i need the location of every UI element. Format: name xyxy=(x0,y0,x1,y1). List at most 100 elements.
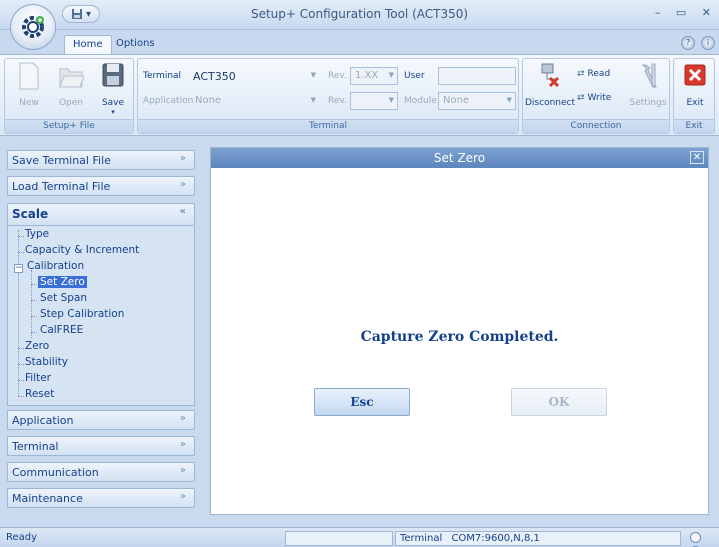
nav-scale-label: Scale xyxy=(12,207,49,221)
tree-connector xyxy=(31,316,37,317)
tree-item-calibration[interactable]: Calibration xyxy=(27,260,84,272)
tree-connector xyxy=(31,270,32,338)
esc-button[interactable]: Esc xyxy=(314,388,410,416)
tree-connector xyxy=(31,284,37,285)
exit-button-label: Exit xyxy=(686,98,704,108)
disconnect-button[interactable]: Disconnect xyxy=(525,61,575,108)
nav-terminal-label: Terminal xyxy=(12,440,59,453)
tree-item-set-span[interactable]: Set Span xyxy=(40,292,87,304)
new-file-icon xyxy=(19,62,39,90)
write-button[interactable]: ⇄ Write xyxy=(577,93,611,103)
tree-item-set-zero[interactable]: Set Zero xyxy=(38,276,87,288)
tab-home[interactable]: Home xyxy=(64,35,112,54)
status-connection: Terminal COM7:9600,N,8,1 xyxy=(395,531,681,546)
terminal-field-label: Terminal xyxy=(143,71,182,81)
tree-connector xyxy=(31,332,37,333)
info-icon[interactable]: i xyxy=(701,36,715,50)
nav-maintenance-label: Maintenance xyxy=(12,492,83,505)
tree-connector xyxy=(18,348,24,349)
nav-save-terminal-file[interactable]: Save Terminal File » xyxy=(7,150,195,170)
status-port: COM7:9600,N,8,1 xyxy=(451,533,540,544)
tree-item-filter[interactable]: Filter xyxy=(25,372,51,384)
terminal-group: Terminal ACT350 ▼ Rev. 1.XX ▼ User Appli… xyxy=(137,58,519,134)
chevron-down-icon: ▼ xyxy=(388,71,394,79)
setup-file-group-label: Setup+ File xyxy=(5,119,133,133)
open-button[interactable]: Open xyxy=(51,61,91,108)
save-button[interactable]: Save ▾ xyxy=(93,61,133,116)
tree-item-calfree[interactable]: CalFREE xyxy=(40,324,83,336)
read-button[interactable]: ⇄ Read xyxy=(577,69,610,79)
tree-item-reset[interactable]: Reset xyxy=(25,388,54,400)
chevron-down-icon: ▼ xyxy=(506,96,512,104)
chevron-down-icon: » xyxy=(179,439,186,450)
new-button[interactable]: New xyxy=(9,61,49,108)
application-select[interactable]: None ▼ xyxy=(190,92,320,110)
tree-connector xyxy=(18,236,24,237)
panel-title-text: Set Zero xyxy=(433,151,486,165)
nav-terminal[interactable]: Terminal » xyxy=(7,436,195,456)
nav-communication-label: Communication xyxy=(12,466,99,479)
tree-item-zero[interactable]: Zero xyxy=(25,340,49,352)
terminal-select-value: ACT350 xyxy=(193,70,236,83)
tree-connector xyxy=(18,230,19,396)
tree-item-step-calibration[interactable]: Step Calibration xyxy=(40,308,124,320)
tools-icon xyxy=(641,63,657,88)
application-menu-button[interactable] xyxy=(10,4,56,50)
connection-group: Disconnect ⇄ Read ⇄ Write Settings Conne… xyxy=(522,58,670,134)
save-floppy-icon xyxy=(102,63,124,87)
scale-tree: Type Capacity & Increment − Calibration … xyxy=(7,226,195,406)
save-button-label: Save xyxy=(101,98,125,108)
ok-button[interactable]: OK xyxy=(511,388,607,416)
disconnect-label: Disconnect xyxy=(525,98,575,108)
terminal-select[interactable]: ACT350 ▼ xyxy=(188,67,320,85)
disconnect-icon xyxy=(541,63,560,88)
module-select[interactable]: None ▼ xyxy=(438,92,516,110)
rev2-label: Rev. xyxy=(328,96,347,106)
nav-communication[interactable]: Communication » xyxy=(7,462,195,482)
panel-close-icon[interactable]: ✕ xyxy=(690,151,704,164)
nav-load-terminal-file[interactable]: Load Terminal File » xyxy=(7,176,195,196)
module-label: Module xyxy=(404,96,437,106)
tree-item-type[interactable]: Type xyxy=(25,228,49,240)
status-text: Ready xyxy=(6,532,38,543)
tab-options[interactable]: Options xyxy=(108,35,163,54)
nav-load-terminal-file-label: Load Terminal File xyxy=(12,180,111,193)
window-controls[interactable]: – ▭ ✕ xyxy=(655,6,717,19)
settings-label: Settings xyxy=(629,98,667,108)
nav-application[interactable]: Application » xyxy=(7,410,195,430)
nav-application-label: Application xyxy=(12,414,74,427)
nav-maintenance[interactable]: Maintenance » xyxy=(7,488,195,508)
help-icon[interactable]: ? xyxy=(681,36,695,50)
rev2-select[interactable]: ▼ xyxy=(350,92,398,110)
exit-group-label: Exit xyxy=(674,119,714,133)
chevron-down-icon: ▼ xyxy=(310,71,316,79)
close-icon xyxy=(684,64,706,86)
status-progress-box xyxy=(285,531,393,546)
application-select-value: None xyxy=(195,95,222,106)
set-zero-panel: Set Zero ✕ Capture Zero Completed. Esc O… xyxy=(210,147,709,515)
save-dropdown-icon: ▾ xyxy=(111,108,115,116)
rev-label: Rev. xyxy=(328,71,347,81)
chevron-down-icon: ▼ xyxy=(310,96,316,104)
nav-scale[interactable]: Scale « xyxy=(7,203,195,226)
connection-group-label: Connection xyxy=(523,119,669,133)
chevron-down-icon: ▼ xyxy=(388,96,394,104)
ribbon-tab-row: Home Options ? i xyxy=(0,30,719,54)
tree-item-stability[interactable]: Stability xyxy=(25,356,68,368)
exit-button[interactable]: Exit xyxy=(675,61,715,108)
collapse-icon[interactable]: − xyxy=(14,264,23,273)
settings-button[interactable]: Settings xyxy=(627,61,669,108)
chevron-down-icon: » xyxy=(179,153,186,164)
status-terminal-label: Terminal xyxy=(400,533,443,544)
rev-select-value: 1.XX xyxy=(355,70,379,81)
rev-select[interactable]: 1.XX ▼ xyxy=(350,67,398,85)
write-label: Write xyxy=(587,93,612,103)
tree-item-capacity-increment[interactable]: Capacity & Increment xyxy=(25,244,139,256)
zoom-icons[interactable] xyxy=(686,531,719,547)
application-label: Application xyxy=(143,96,194,106)
tree-connector xyxy=(18,396,24,397)
chevron-down-icon: » xyxy=(179,465,186,476)
write-icon: ⇄ xyxy=(577,93,585,103)
open-button-label: Open xyxy=(58,98,84,108)
user-field[interactable] xyxy=(438,67,516,85)
